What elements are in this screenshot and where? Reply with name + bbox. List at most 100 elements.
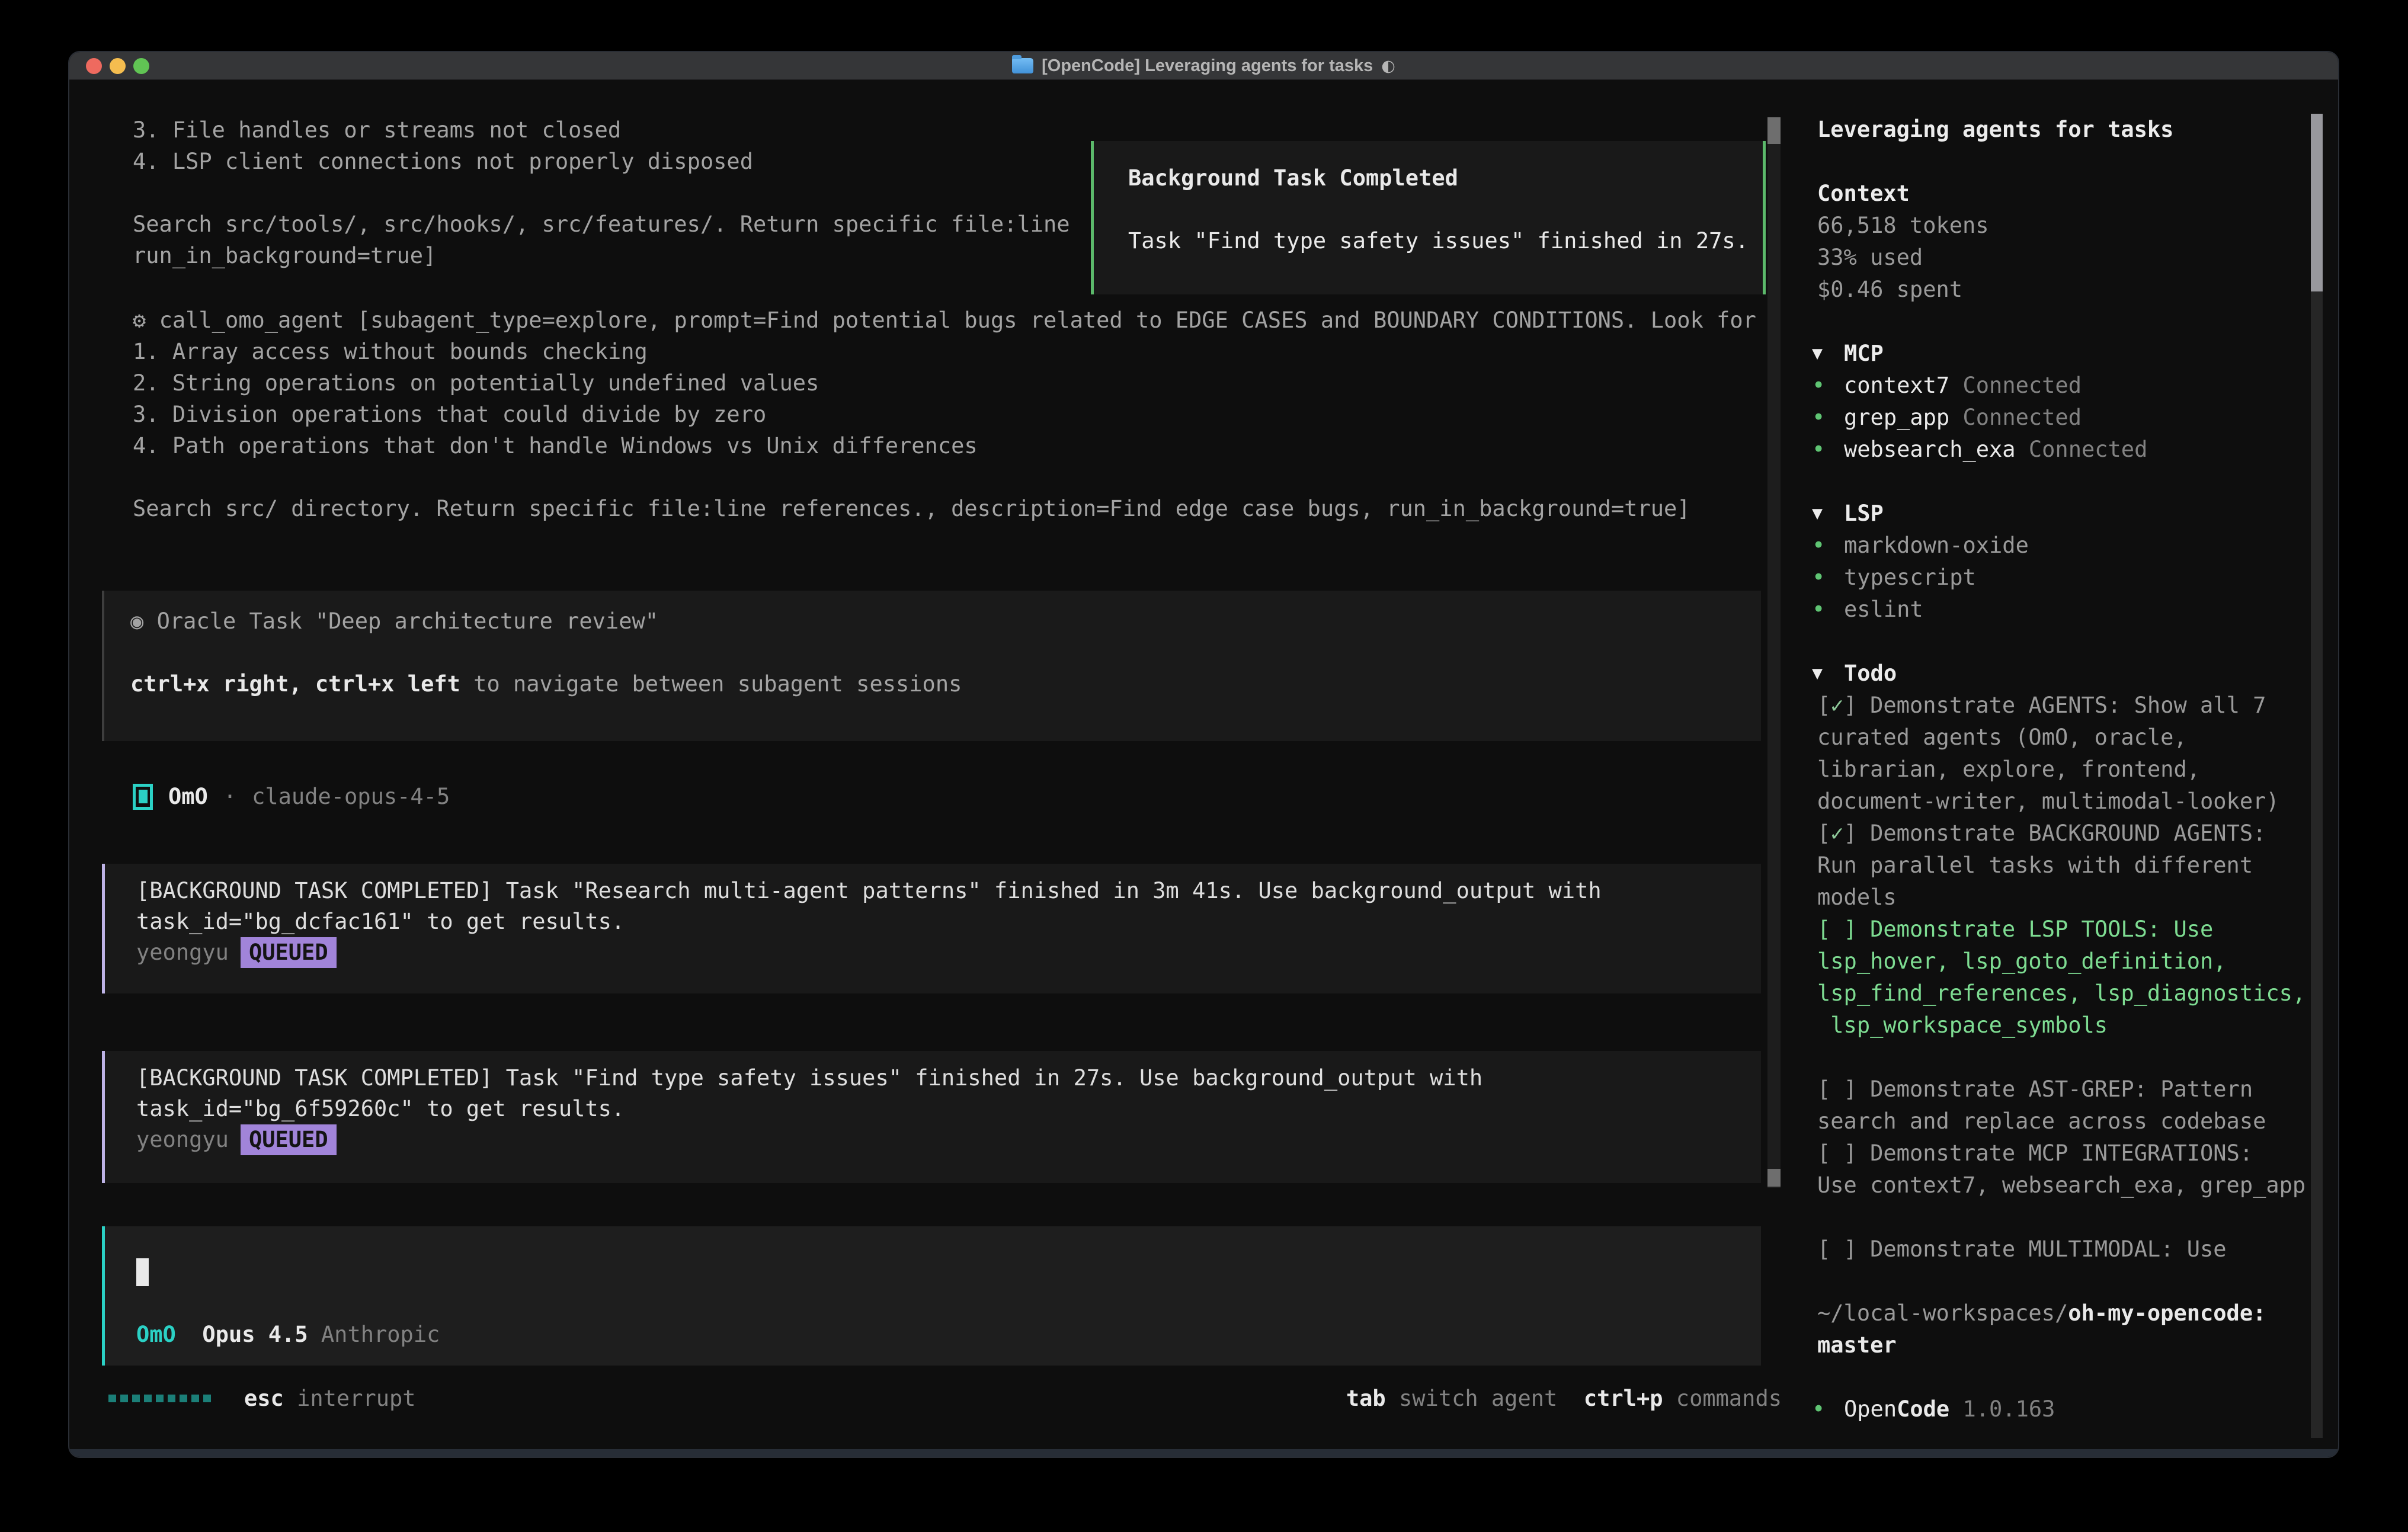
message-line: [BACKGROUND TASK COMPLETED] Task "Resear…: [136, 876, 1761, 906]
bullet-icon: •: [1806, 402, 1844, 434]
context-spent: $0.46 spent: [1802, 274, 2330, 306]
message-meta: yeongyuQUEUED: [136, 1124, 1761, 1155]
esc-key-hint: esc: [244, 1386, 284, 1411]
mcp-item-name: websearch_exa: [1844, 434, 2016, 466]
todo-text: Demonstrate LSP TOOLS: Use: [1870, 916, 2213, 942]
zoom-button[interactable]: [133, 58, 149, 74]
bullet-icon: •: [1806, 370, 1844, 402]
todo-section-header[interactable]: ▼Todo: [1802, 658, 2330, 690]
ctrlp-key-hint: ctrl+p: [1584, 1386, 1663, 1411]
close-button[interactable]: [86, 58, 102, 74]
workspace-prefix: ~/local-workspaces/: [1817, 1300, 2068, 1326]
oracle-spacer: [130, 637, 1761, 668]
todo-text: Demonstrate MCP INTEGRATIONS:: [1870, 1140, 2253, 1166]
text-cursor: [136, 1258, 149, 1286]
terminal-scrollbar[interactable]: [1767, 117, 1781, 1188]
tool-call-line: 4. Path operations that don't handle Win…: [133, 430, 1764, 461]
toast-body: Task "Find type safety issues" finished …: [1128, 225, 1763, 257]
mcp-heading: MCP: [1844, 338, 1884, 370]
app-name: Open: [1844, 1393, 1897, 1425]
todo-item-line: lsp_hover, lsp_goto_definition,: [1802, 946, 2330, 977]
scrollbar-thumb[interactable]: [2311, 114, 2323, 291]
todo-item-line: document-writer, multimodal-looker): [1802, 786, 2330, 818]
tool-call-text: call_omo_agent [subagent_type=explore, p…: [159, 307, 1756, 333]
tool-call-line: 2. String operations on potentially unde…: [133, 367, 1764, 399]
lsp-item: •typescript: [1802, 562, 2330, 594]
mcp-section-header[interactable]: ▼MCP: [1802, 338, 2330, 370]
lsp-section-header[interactable]: ▼LSP: [1802, 498, 2330, 530]
app-window: [OpenCode] Leveraging agents for tasks ◐…: [68, 51, 2339, 1458]
oracle-hint: ctrl+x right, ctrl+x left to navigate be…: [130, 668, 1761, 700]
tool-call-block: ⚙ call_omo_agent [subagent_type=explore,…: [133, 305, 1764, 524]
esc-key-label: interrupt: [284, 1386, 416, 1411]
oracle-title-line: ◉ Oracle Task "Deep architecture review": [130, 605, 1761, 637]
todo-item: [✓] Demonstrate AGENTS: Show all 7 curat…: [1802, 690, 2330, 818]
todo-item-line: Use context7, websearch_exa, grep_app: [1802, 1169, 2330, 1201]
status-right: tab switch agent ctrl+p commands: [1346, 1386, 1782, 1411]
scrollbar-thumb[interactable]: [1767, 1169, 1781, 1187]
todo-item-line: [ ] Demonstrate MCP INTEGRATIONS:: [1802, 1137, 2330, 1169]
task-message: [BACKGROUND TASK COMPLETED] Task "Resear…: [102, 864, 1761, 993]
prompt-input[interactable]: OmO Opus 4.5 Anthropic: [102, 1226, 1761, 1366]
workspace-branch: master: [1802, 1329, 2330, 1361]
bullet-icon: •: [1806, 594, 1844, 626]
titlebar[interactable]: [OpenCode] Leveraging agents for tasks ◐: [69, 52, 2338, 80]
model-row: OmO Opus 4.5 Anthropic: [136, 1319, 440, 1350]
checkmark-icon: ✓: [1830, 821, 1843, 846]
tab-key-hint: tab: [1346, 1386, 1386, 1411]
todo-item-line: lsp_find_references, lsp_diagnostics,: [1802, 977, 2330, 1009]
message-line: task_id="bg_dcfac161" to get results.: [136, 906, 1761, 937]
oracle-task-box: ◉ Oracle Task "Deep architecture review"…: [102, 591, 1761, 741]
sidebar-scrollbar[interactable]: [2311, 114, 2323, 1438]
scrollbar-thumb[interactable]: [1767, 117, 1781, 144]
input-model-name: Opus 4.5: [202, 1322, 308, 1347]
todo-item-line: lsp_workspace_symbols: [1802, 1009, 2330, 1041]
window-title-text: [OpenCode] Leveraging agents for tasks: [1042, 56, 1373, 76]
todo-item-line: [ ] Demonstrate MULTIMODAL: Use: [1802, 1233, 2330, 1265]
message-line: task_id="bg_6f59260c" to get results.: [136, 1094, 1761, 1124]
minimize-button[interactable]: [110, 58, 126, 74]
empty-checkbox: [1830, 1236, 1843, 1262]
todo-text: Demonstrate AGENTS: Show all 7: [1870, 693, 2266, 718]
status-bar: esc interrupt tab switch agent ctrl+p co…: [108, 1383, 1782, 1414]
mcp-item-status: Connected: [2016, 434, 2148, 466]
lsp-item-name: eslint: [1844, 594, 1923, 626]
oracle-title: Oracle Task "Deep architecture review": [157, 608, 658, 634]
empty-checkbox: [1830, 916, 1843, 942]
empty-checkbox: [1830, 1076, 1843, 1102]
bullet-icon: •: [1806, 1393, 1844, 1425]
mcp-item-name: context7: [1844, 370, 1949, 402]
todo-item-line: models: [1802, 882, 2330, 914]
context-used: 33% used: [1802, 242, 2330, 274]
workspace-repo: oh-my-opencode:: [2068, 1300, 2266, 1326]
tool-call-line: Search src/ directory. Return specific f…: [133, 493, 1764, 524]
chevron-down-icon: ▼: [1806, 498, 1844, 530]
todo-item-line: [ ] Demonstrate AST-GREP: Pattern: [1802, 1073, 2330, 1105]
omo-agent-icon: [133, 784, 153, 810]
bullet-icon: •: [1806, 434, 1844, 466]
window-bottom-edge: [69, 1449, 2338, 1457]
input-provider-name: Anthropic: [321, 1322, 440, 1347]
todo-item-line: search and replace across codebase: [1802, 1105, 2330, 1137]
oracle-hint-keys: ctrl+x right, ctrl+x left: [130, 671, 460, 697]
message-author: yeongyu: [136, 1127, 229, 1152]
todo-item-line: curated agents (OmO, oracle,: [1802, 722, 2330, 754]
mcp-item-status: Connected: [1949, 370, 2082, 402]
mcp-item: •grep_app Connected: [1802, 402, 2330, 434]
tool-call-line: ⚙ call_omo_agent [subagent_type=explore,…: [133, 305, 1764, 336]
empty-checkbox: [1830, 1140, 1843, 1166]
lsp-item: •markdown-oxide: [1802, 530, 2330, 562]
todo-item-line: [ ] Demonstrate LSP TOOLS: Use: [1802, 914, 2330, 946]
todo-item-line: [✓] Demonstrate BACKGROUND AGENTS:: [1802, 818, 2330, 850]
tab-key-label: switch agent: [1386, 1386, 1558, 1411]
chevron-down-icon: ▼: [1806, 658, 1844, 690]
chevron-down-icon: ▼: [1806, 338, 1844, 370]
session-title: Leveraging agents for tasks: [1802, 114, 2330, 146]
fisheye-icon: ◉: [130, 608, 143, 634]
todo-item-line: Run parallel tasks with different: [1802, 850, 2330, 882]
toast-title: Background Task Completed: [1128, 162, 1763, 194]
mcp-item: •websearch_exa Connected: [1802, 434, 2330, 466]
message-author: yeongyu: [136, 940, 229, 965]
half-moon-icon: ◐: [1381, 57, 1395, 75]
tool-call-line: [133, 461, 1764, 493]
